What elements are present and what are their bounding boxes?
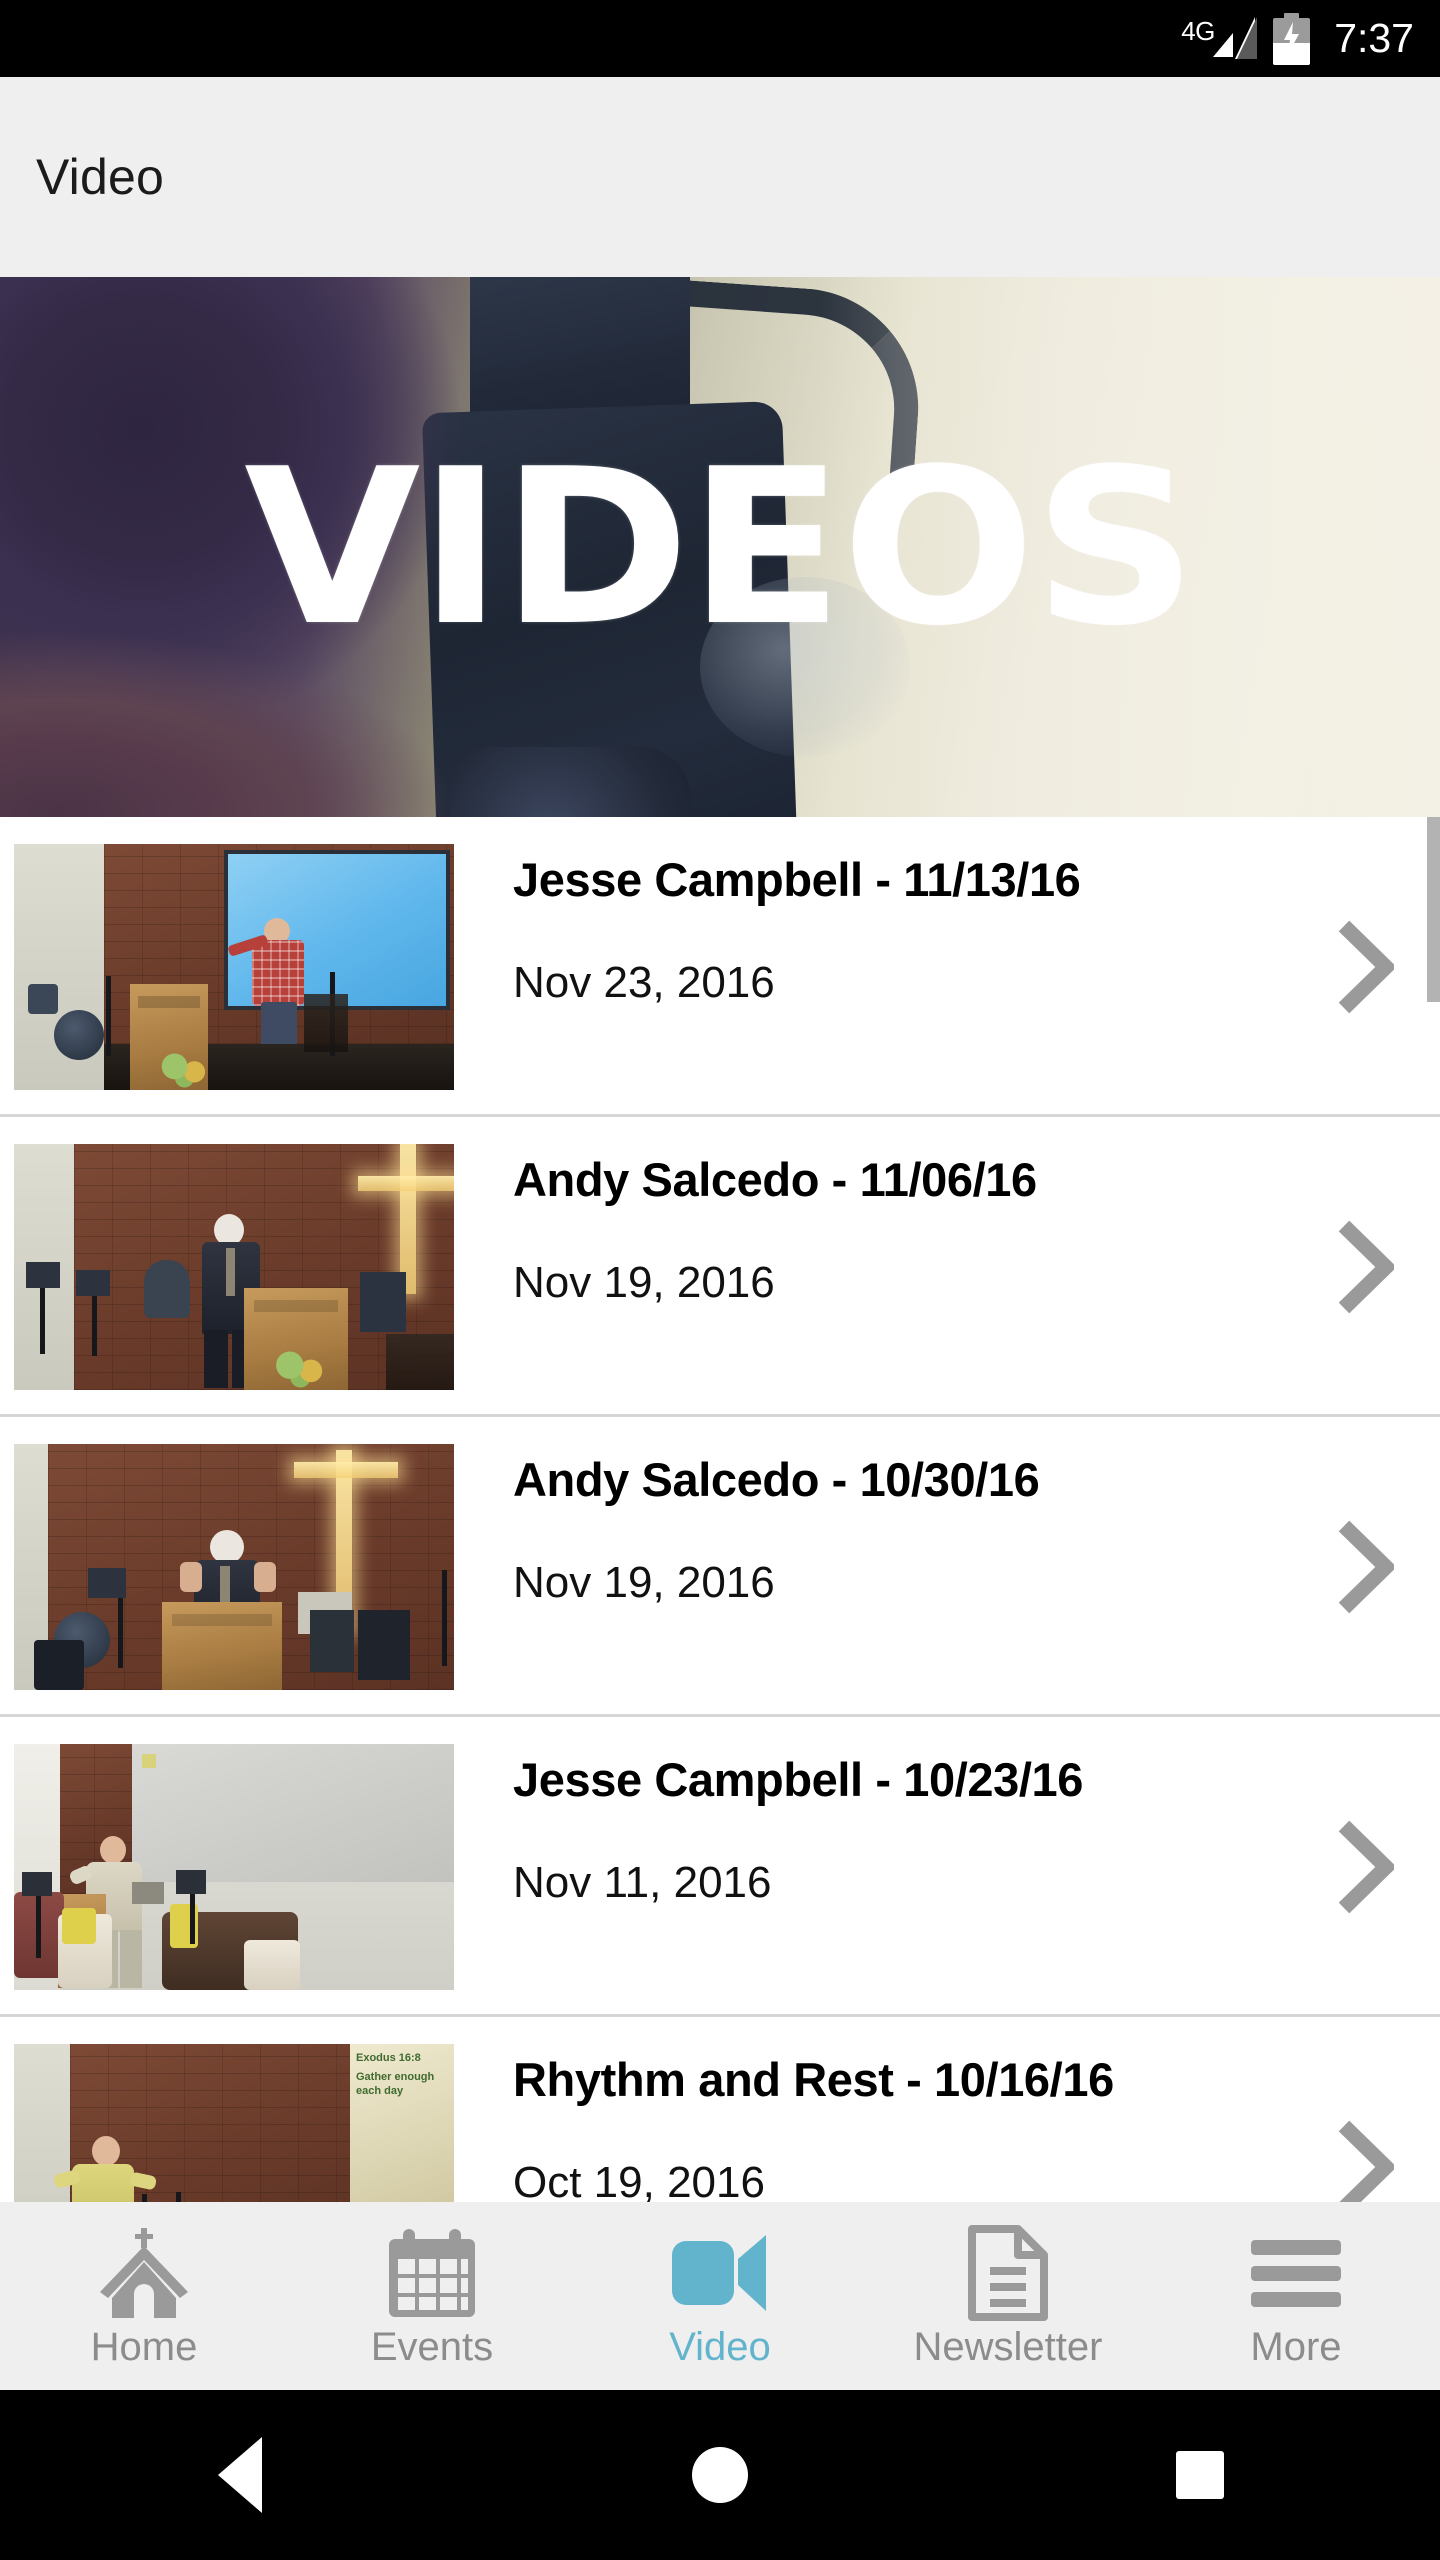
tab-home[interactable]: Home (0, 2202, 288, 2390)
signal-bars-icon: 4G (1181, 15, 1258, 63)
chevron-right-icon[interactable] (1290, 1717, 1440, 2017)
status-indicators: 4G 7:37 (1181, 12, 1414, 65)
chevron-right-icon[interactable] (1290, 817, 1440, 1117)
status-clock: 7:37 (1334, 15, 1414, 61)
app-screen: 4G 7:37 Video VIDEOS Jesse Campbell - 11… (0, 0, 1440, 2560)
video-date: Nov 19, 2016 (513, 1258, 775, 1308)
list-scrollbar[interactable] (1427, 817, 1440, 1002)
church-icon (96, 2225, 192, 2321)
video-thumbnail: Exodus 16:8 Gather enough each day (14, 2044, 454, 2202)
tab-label: Home (90, 2325, 198, 2369)
chevron-right-icon[interactable] (1290, 2017, 1440, 2202)
recents-square-icon[interactable] (1110, 2390, 1290, 2560)
video-title: Andy Salcedo - 11/06/16 (513, 1153, 1037, 1206)
slide-overlay-text: Exodus 16:8 Gather enough each day (356, 2052, 435, 2097)
table-row[interactable]: Andy Salcedo - 10/30/16 Nov 19, 2016 (0, 1417, 1440, 1717)
bottom-tab-bar: Home Events Video Newsletter More (0, 2202, 1440, 2390)
video-info: Jesse Campbell - 10/23/16 Nov 11, 2016 (454, 1717, 1290, 1907)
network-type-label: 4G (1181, 15, 1215, 46)
chevron-right-icon[interactable] (1290, 1417, 1440, 1717)
tab-newsletter[interactable]: Newsletter (864, 2202, 1152, 2390)
tab-label: More (1250, 2325, 1342, 2369)
video-info: Andy Salcedo - 10/30/16 Nov 19, 2016 (454, 1417, 1290, 1607)
video-title: Andy Salcedo - 10/30/16 (513, 1453, 1040, 1506)
tab-label: Events (370, 2325, 494, 2369)
video-date: Nov 19, 2016 (513, 1558, 775, 1608)
table-row[interactable]: Exodus 16:8 Gather enough each day Rhyth… (0, 2017, 1440, 2202)
video-thumbnail (14, 844, 454, 1090)
video-title: Jesse Campbell - 11/13/16 (513, 853, 1081, 906)
tab-label: Newsletter (913, 2325, 1103, 2369)
tab-video[interactable]: Video (576, 2202, 864, 2390)
video-date: Nov 23, 2016 (513, 958, 775, 1008)
video-date: Oct 19, 2016 (513, 2158, 765, 2202)
video-title: Jesse Campbell - 10/23/16 (513, 1753, 1084, 1806)
hamburger-icon (1251, 2225, 1341, 2321)
video-thumbnail (14, 1444, 454, 1690)
hero-headline: VIDEOS (244, 421, 1197, 673)
status-bar: 4G 7:37 (0, 0, 1440, 77)
signal-triangle-icon (1213, 16, 1258, 59)
video-info: Rhythm and Rest - 10/16/16 Oct 19, 2016 (454, 2017, 1290, 2202)
tab-label: Video (669, 2325, 771, 2369)
table-row[interactable]: Jesse Campbell - 11/13/16 Nov 23, 2016 (0, 817, 1440, 1117)
hero-headline-wrap: VIDEOS (0, 277, 1440, 817)
battery-charging-icon (1273, 12, 1311, 65)
video-thumbnail (14, 1744, 454, 1990)
video-info: Jesse Campbell - 11/13/16 Nov 23, 2016 (454, 817, 1290, 1007)
tab-more[interactable]: More (1152, 2202, 1440, 2390)
charging-bolt-icon (1284, 21, 1300, 54)
document-icon (968, 2225, 1048, 2321)
table-row[interactable]: Andy Salcedo - 11/06/16 Nov 19, 2016 (0, 1117, 1440, 1417)
video-thumbnail (14, 1144, 454, 1390)
tab-events[interactable]: Events (288, 2202, 576, 2390)
home-circle-icon[interactable] (630, 2390, 810, 2560)
video-list[interactable]: Jesse Campbell - 11/13/16 Nov 23, 2016 A… (0, 817, 1440, 2202)
video-title: Rhythm and Rest - 10/16/16 (513, 2053, 1114, 2106)
back-triangle-icon[interactable] (150, 2390, 330, 2560)
video-info: Andy Salcedo - 11/06/16 Nov 19, 2016 (454, 1117, 1290, 1307)
video-camera-icon (672, 2225, 768, 2321)
android-nav-bar (0, 2390, 1440, 2560)
table-row[interactable]: Jesse Campbell - 10/23/16 Nov 11, 2016 (0, 1717, 1440, 2017)
hero-banner: VIDEOS (0, 277, 1440, 817)
calendar-icon (387, 2225, 477, 2321)
page-title: Video (36, 149, 164, 205)
chevron-right-icon[interactable] (1290, 1117, 1440, 1417)
video-date: Nov 11, 2016 (513, 1858, 772, 1908)
app-header: Video (0, 77, 1440, 277)
